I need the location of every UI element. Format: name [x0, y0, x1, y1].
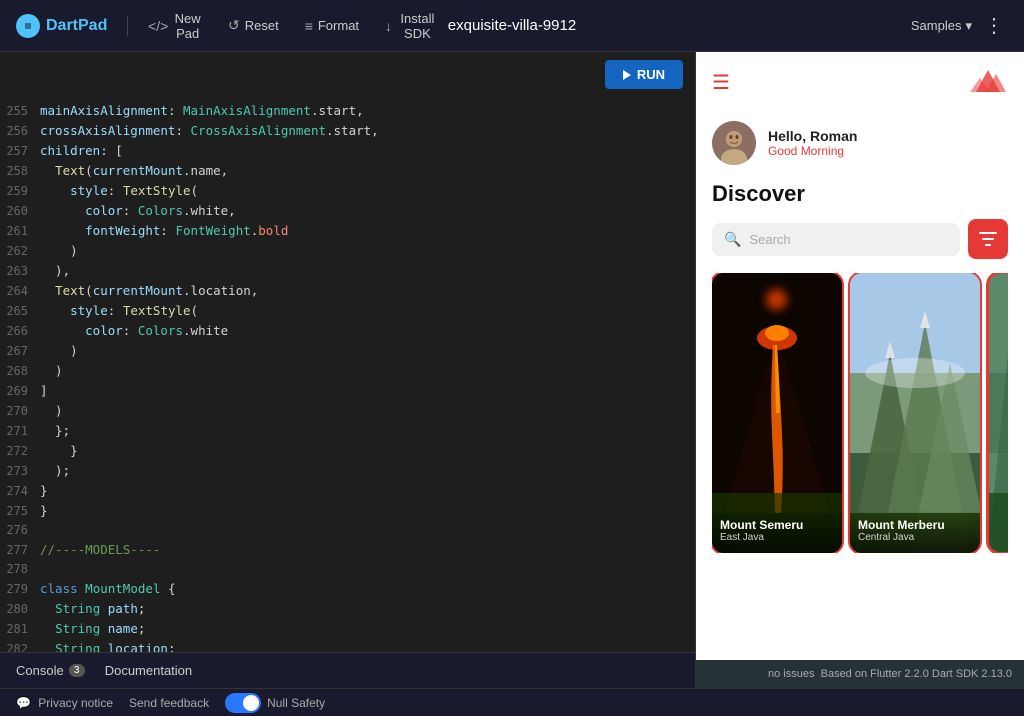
- status-bar: 💬 Privacy notice Send feedback Null Safe…: [0, 688, 1024, 716]
- search-box[interactable]: 🔍 Search: [712, 223, 960, 256]
- code-line: 263 ),: [0, 261, 695, 281]
- code-content[interactable]: 255mainAxisAlignment: MainAxisAlignment.…: [0, 97, 695, 652]
- merberu-card-name: Mount Merberu: [858, 518, 972, 532]
- editor-bottom-bar: Console 3 Documentation: [0, 652, 695, 688]
- code-line: 278: [0, 560, 695, 579]
- status-bar-left: 💬 Privacy notice Send feedback Null Safe…: [16, 693, 325, 713]
- mountain-card-partial[interactable]: [988, 273, 1008, 553]
- search-row: 🔍 Search: [712, 219, 1008, 259]
- toolbar-divider-1: [127, 16, 128, 36]
- semeru-card-name: Mount Semeru: [720, 518, 834, 532]
- merberu-card-info: Mount Merberu Central Java: [850, 510, 980, 553]
- code-line: 265 style: TextStyle(: [0, 301, 695, 321]
- hello-text: Hello, Roman Good Morning: [768, 128, 857, 158]
- format-button[interactable]: ≡ Format: [295, 12, 369, 40]
- code-line: 277//----MODELS----: [0, 540, 695, 560]
- documentation-label: Documentation: [105, 663, 192, 678]
- download-icon: ↓: [385, 18, 392, 34]
- code-line: 271 };: [0, 421, 695, 441]
- project-name: exquisite-villa-9912: [448, 17, 576, 34]
- new-pad-button[interactable]: </> New Pad: [138, 5, 212, 47]
- search-placeholder: Search: [749, 232, 790, 247]
- code-line: 276: [0, 521, 695, 540]
- preview-panel: ☰: [696, 52, 1024, 688]
- play-icon: [623, 70, 631, 80]
- new-pad-icon: </>: [148, 18, 168, 34]
- merberu-card-location: Central Java: [858, 532, 972, 543]
- app-logo-icon: [968, 64, 1008, 101]
- code-line: 261 fontWeight: FontWeight.bold: [0, 221, 695, 241]
- search-icon: 🔍: [724, 231, 741, 248]
- semeru-card-location: East Java: [720, 532, 834, 543]
- code-line: 272 }: [0, 441, 695, 461]
- reset-icon: ↺: [228, 17, 240, 34]
- semeru-image: Mount Semeru East Java: [712, 273, 842, 553]
- dartpad-logo: DartPad: [16, 14, 107, 38]
- console-tab[interactable]: Console 3: [16, 663, 85, 678]
- cards-row: Mount Semeru East Java: [712, 273, 1008, 553]
- privacy-notice-link[interactable]: 💬 Privacy notice: [16, 696, 113, 710]
- app-body: Hello, Roman Good Morning Discover 🔍 Sea…: [696, 113, 1024, 561]
- code-line: 269]: [0, 381, 695, 401]
- greeting-text: Good Morning: [768, 144, 857, 158]
- code-line: 280 String path;: [0, 599, 695, 619]
- code-line: 255mainAxisAlignment: MainAxisAlignment.…: [0, 101, 695, 121]
- console-badge: 3: [69, 664, 85, 677]
- code-line: 273 );: [0, 461, 695, 481]
- code-line: 282 String location;: [0, 639, 695, 652]
- run-button[interactable]: RUN: [605, 60, 683, 89]
- code-line: 275}: [0, 501, 695, 521]
- code-line: 274}: [0, 481, 695, 501]
- code-line: 262 ): [0, 241, 695, 261]
- flutter-app: ☰: [696, 52, 1024, 660]
- semeru-card-info: Mount Semeru East Java: [712, 510, 842, 553]
- console-label: Console: [16, 663, 64, 678]
- mountain-card-semeru[interactable]: Mount Semeru East Java: [712, 273, 842, 553]
- main-area: RUN 255mainAxisAlignment: MainAxisAlignm…: [0, 52, 1024, 688]
- preview-status-text: no issues Based on Flutter 2.2.0 Dart SD…: [768, 668, 1012, 680]
- mountain-card-merberu[interactable]: Mount Merberu Central Java: [850, 273, 980, 553]
- null-safety-label: Null Safety: [267, 696, 325, 710]
- avatar-row: Hello, Roman Good Morning: [712, 121, 1008, 165]
- code-line: 258 Text(currentMount.name,: [0, 161, 695, 181]
- code-line: 264 Text(currentMount.location,: [0, 281, 695, 301]
- run-button-area: RUN: [0, 52, 695, 97]
- code-line: 279class MountModel {: [0, 579, 695, 599]
- dartpad-title: DartPad: [46, 17, 107, 35]
- send-feedback-link[interactable]: Send feedback: [129, 696, 209, 710]
- code-line: 267 ): [0, 341, 695, 361]
- code-line: 281 String name;: [0, 619, 695, 639]
- install-sdk-button[interactable]: ↓ Install SDK: [375, 5, 448, 47]
- chevron-down-icon: ▾: [965, 18, 972, 34]
- more-options-button[interactable]: ⋮: [980, 9, 1008, 42]
- hamburger-icon[interactable]: ☰: [712, 70, 730, 95]
- code-line: 270 ): [0, 401, 695, 421]
- merberu-image: Mount Merberu Central Java: [850, 273, 980, 553]
- app-content: ☰: [696, 52, 1024, 660]
- avatar: [712, 121, 756, 165]
- code-editor: RUN 255mainAxisAlignment: MainAxisAlignm…: [0, 52, 695, 688]
- format-icon: ≡: [305, 18, 313, 34]
- code-line: 256crossAxisAlignment: CrossAxisAlignmen…: [0, 121, 695, 141]
- preview-bottom-bar: no issues Based on Flutter 2.2.0 Dart SD…: [696, 660, 1024, 688]
- null-safety-toggle-row: Null Safety: [225, 693, 325, 713]
- code-line: 260 color: Colors.white,: [0, 201, 695, 221]
- user-name: Hello, Roman: [768, 128, 857, 144]
- code-line: 257children: [: [0, 141, 695, 161]
- samples-button[interactable]: Samples ▾: [911, 18, 972, 34]
- discover-title: Discover: [712, 181, 1008, 207]
- filter-button[interactable]: [968, 219, 1008, 259]
- toolbar: DartPad </> New Pad ↺ Reset ≡ Format ↓ I…: [0, 0, 1024, 52]
- documentation-tab[interactable]: Documentation: [105, 663, 192, 678]
- code-line: 268 ): [0, 361, 695, 381]
- code-line: 259 style: TextStyle(: [0, 181, 695, 201]
- toolbar-right: Samples ▾ ⋮: [576, 9, 1008, 42]
- privacy-icon: 💬: [16, 696, 31, 710]
- null-safety-toggle[interactable]: [225, 693, 261, 713]
- dart-logo-icon: [16, 14, 40, 38]
- reset-button[interactable]: ↺ Reset: [218, 11, 289, 40]
- code-line: 266 color: Colors.white: [0, 321, 695, 341]
- toolbar-left: DartPad </> New Pad ↺ Reset ≡ Format ↓ I…: [16, 5, 448, 47]
- app-header: ☰: [696, 52, 1024, 113]
